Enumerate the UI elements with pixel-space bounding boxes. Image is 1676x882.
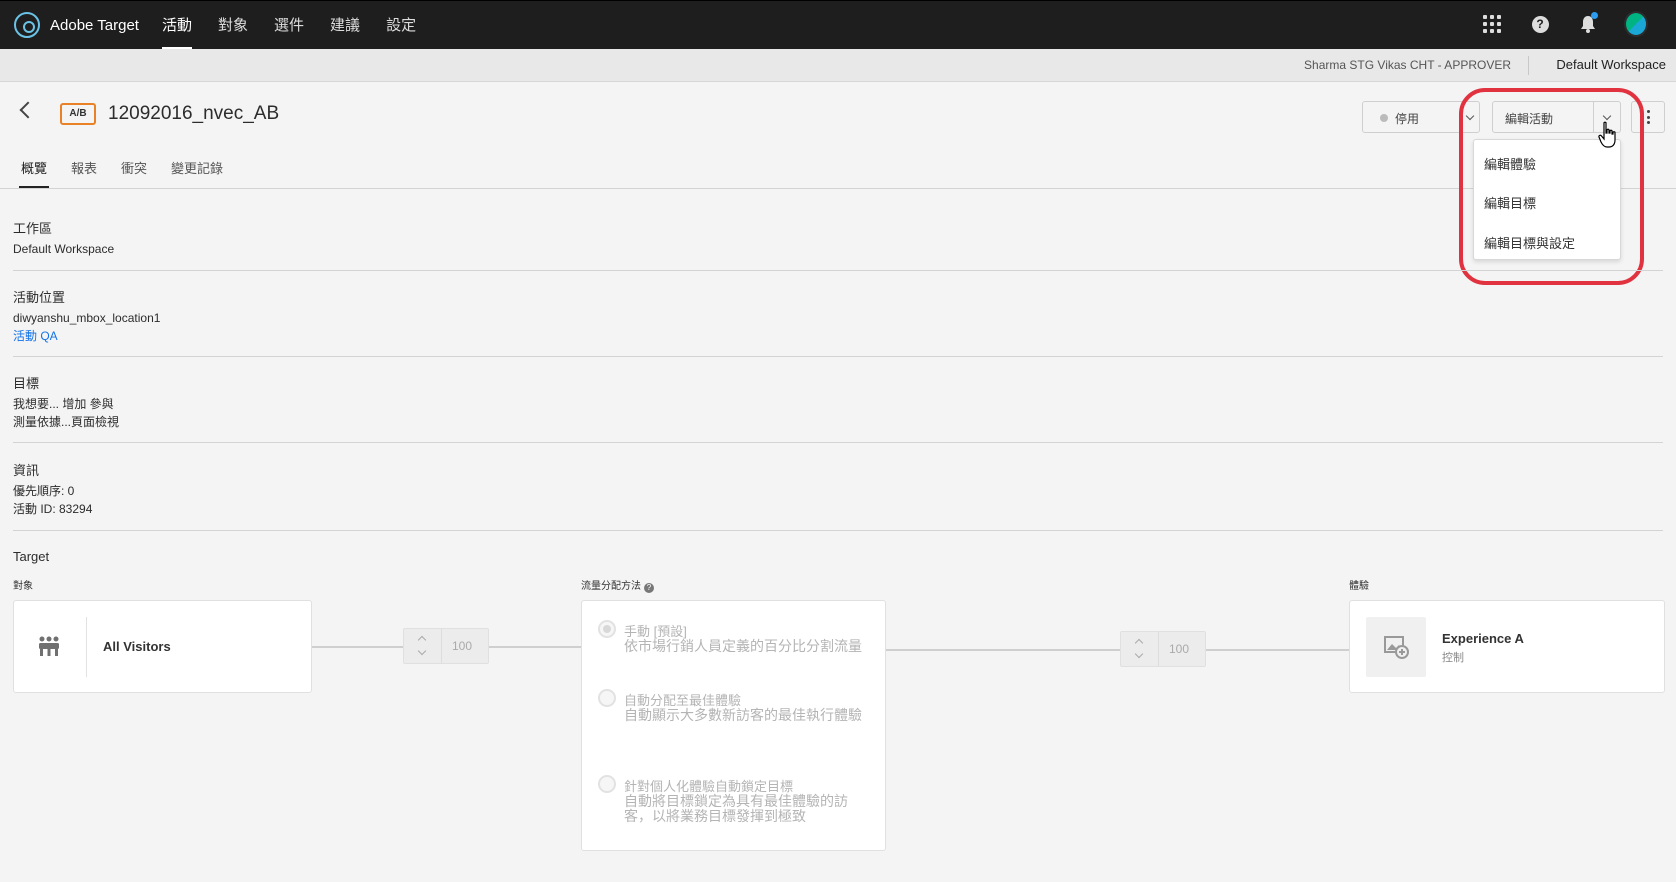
chevron-down-icon[interactable] <box>1134 649 1144 659</box>
divider <box>13 270 1663 271</box>
app-grid-icon[interactable] <box>1480 12 1504 36</box>
notification-dot <box>1591 12 1598 19</box>
audience-column-label: 對象 <box>13 581 33 592</box>
chevron-up-icon[interactable] <box>417 635 427 645</box>
chevron-down-icon[interactable] <box>417 646 427 656</box>
tab-conflicts[interactable]: 衝突 <box>121 158 147 188</box>
context-bar: Sharma STG Vikas CHT - APPROVER Default … <box>0 49 1676 82</box>
user-avatar[interactable] <box>1624 11 1648 37</box>
workspace-section: 工作區 Default Workspace <box>13 218 114 258</box>
adobe-target-logo-icon <box>14 12 40 38</box>
hand-cursor-icon <box>1598 121 1616 148</box>
goal-heading: 目標 <box>13 376 40 391</box>
help-icon[interactable]: ? <box>644 583 654 593</box>
nav-activities[interactable]: 活動 <box>162 1 193 50</box>
brand[interactable]: Adobe Target <box>14 12 139 38</box>
app-name: Adobe Target <box>50 16 139 34</box>
divider <box>13 530 1663 531</box>
experience-name: Experience A <box>1442 631 1524 646</box>
workspace-selector[interactable]: Default Workspace <box>1556 57 1666 72</box>
connector-line <box>1206 649 1349 651</box>
nav-audiences[interactable]: 對象 <box>218 1 248 50</box>
tab-overview[interactable]: 概覽 <box>18 158 50 188</box>
experience-column-label: 體驗 <box>1349 581 1369 592</box>
status-label: 停用 <box>1395 112 1420 126</box>
activity-tabs: 概覽 報表 衝突 變更記錄 <box>18 158 223 188</box>
experience-card[interactable]: Experience A 控制 <box>1349 600 1665 693</box>
option-auto-allocate-desc: 自動顯示大多數新訪客的最佳執行體驗 <box>624 707 862 723</box>
connector-line <box>886 649 1121 651</box>
nav-offers[interactable]: 選件 <box>274 1 304 50</box>
audience-card[interactable]: All Visitors <box>13 600 312 693</box>
tabs-divider <box>0 188 1676 189</box>
status-dot <box>1380 114 1388 122</box>
back-arrow-icon[interactable] <box>19 101 37 119</box>
location-heading: 活動位置 <box>13 290 66 305</box>
info-section: 資訊 優先順序: 0 活動 ID: 83294 <box>13 460 92 518</box>
goal-line-1: 我想要... 增加 參與 <box>13 397 114 411</box>
workspace-value: Default Workspace <box>13 242 115 256</box>
connector-line <box>312 646 404 648</box>
priority-value: 優先順序: 0 <box>13 484 75 498</box>
nav-recommendations[interactable]: 建議 <box>330 1 360 50</box>
experience-subtitle: 控制 <box>1442 652 1464 664</box>
traffic-allocation-label: 流量分配方法? <box>581 577 654 593</box>
divider <box>86 617 87 677</box>
user-role-label: Sharma STG Vikas CHT - APPROVER <box>1304 58 1511 72</box>
location-section: 活動位置 diwyanshu_mbox_location1 活動 QA <box>13 287 160 345</box>
activity-qa-link[interactable]: 活動 QA <box>13 328 160 345</box>
activity-title: 12092016_nvec_AB <box>108 103 280 124</box>
experience-percent-value: 100 <box>1169 642 1190 656</box>
experience-thumbnail <box>1366 617 1426 677</box>
notification-bell-icon[interactable] <box>1576 12 1600 36</box>
radio-auto-allocate[interactable] <box>598 689 616 707</box>
connector-line <box>489 646 581 648</box>
more-vertical-icon <box>1647 110 1650 124</box>
stepper-arrows <box>404 629 442 663</box>
tab-change-log[interactable]: 變更記錄 <box>171 158 223 188</box>
nav-settings[interactable]: 設定 <box>386 1 416 50</box>
highlight-annotation <box>1459 88 1644 285</box>
radio-auto-target[interactable] <box>598 775 616 793</box>
workspace-heading: 工作區 <box>13 221 53 236</box>
option-manual-desc: 依市場行銷人員定義的百分比分割流量 <box>624 638 862 654</box>
option-auto-target-desc: 自動將目標鎖定為具有最佳體驗的訪客，以將業務目標發揮到極致 <box>624 793 848 824</box>
tab-reports[interactable]: 報表 <box>71 158 97 188</box>
top-icons: ? <box>1480 11 1648 37</box>
audience-people-icon <box>39 636 59 656</box>
divider <box>1528 56 1529 75</box>
traffic-allocation-text: 流量分配方法 <box>581 581 641 592</box>
main-nav: 活動 對象 選件 建議 設定 <box>162 1 416 50</box>
stepper-arrows <box>1121 632 1159 666</box>
audience-name: All Visitors <box>103 639 171 654</box>
image-add-icon <box>1384 636 1409 659</box>
goal-section: 目標 我想要... 增加 參與 測量依據...頁面檢視 <box>13 373 119 431</box>
location-value: diwyanshu_mbox_location1 <box>13 311 161 325</box>
goal-line-2: 測量依據...頁面檢視 <box>13 415 120 429</box>
top-nav-bar: Adobe Target 活動 對象 選件 建議 設定 ? <box>0 0 1676 50</box>
experience-percent-stepper[interactable]: 100 <box>1120 631 1206 667</box>
traffic-allocation-card: 手動 [預設] 依市場行銷人員定義的百分比分割流量 自動分配至最佳體驗 自動顯示… <box>581 600 886 851</box>
chevron-up-icon[interactable] <box>1134 638 1144 648</box>
targeting-heading: Target <box>13 549 50 564</box>
activity-id-value: 活動 ID: 83294 <box>13 502 93 516</box>
activity-type-badge: A/B <box>60 103 96 125</box>
audience-percent-stepper[interactable]: 100 <box>403 628 489 664</box>
divider <box>13 356 1663 357</box>
divider <box>13 442 1663 443</box>
radio-manual[interactable] <box>598 620 616 638</box>
info-heading: 資訊 <box>13 463 40 478</box>
audience-percent-value: 100 <box>452 639 473 653</box>
help-icon[interactable]: ? <box>1528 12 1552 36</box>
